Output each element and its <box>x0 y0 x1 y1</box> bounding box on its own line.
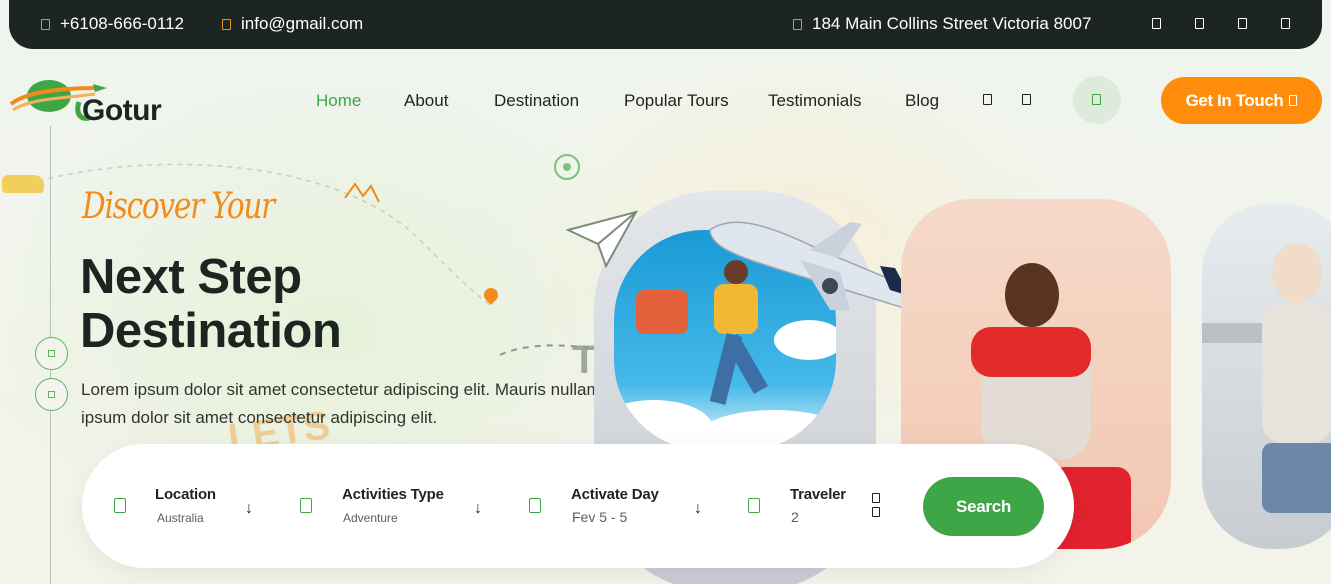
topbar-address: 184 Main Collins Street Victoria 8007 <box>793 14 1091 34</box>
day-dropdown-arrow-icon[interactable]: ↓ <box>694 500 702 518</box>
linkedin-icon[interactable] <box>1238 18 1247 29</box>
activate-day-value[interactable]: Fev 5 - 5 <box>572 509 627 525</box>
location-label: Location <box>155 486 216 503</box>
calendar-icon <box>529 498 541 513</box>
hero-title-line1: Next Step <box>80 250 302 304</box>
suitcase-image <box>636 290 688 334</box>
nav-popular-tours[interactable]: Popular Tours <box>624 91 729 111</box>
topbar-phone[interactable]: +6108-666-0112 <box>41 14 184 34</box>
arrow-right-icon <box>1289 95 1298 106</box>
decrement-icon[interactable] <box>872 507 880 517</box>
activate-day-label: Activate Day <box>571 486 659 503</box>
arrow-up-icon <box>48 350 55 357</box>
topbar-phone-text: +6108-666-0112 <box>60 14 184 33</box>
location-value[interactable]: Australia <box>157 511 204 525</box>
cart-icon[interactable] <box>1022 94 1031 105</box>
traveler-stepper[interactable] <box>872 493 881 519</box>
search-icon[interactable] <box>983 94 992 105</box>
activities-value[interactable]: Adventure <box>343 511 398 525</box>
topbar-email[interactable]: info@gmail.com <box>222 14 363 34</box>
taxi-decoration <box>2 175 44 193</box>
menu-toggle-button[interactable] <box>1073 76 1121 124</box>
target-decoration <box>554 154 580 180</box>
search-button[interactable]: Search <box>923 477 1044 536</box>
topbar-email-text: info@gmail.com <box>241 14 364 33</box>
activities-dropdown-arrow-icon[interactable]: ↓ <box>474 500 482 518</box>
slider-next-button[interactable] <box>35 378 68 411</box>
bird-doodle-icon <box>344 182 380 203</box>
activities-label: Activities Type <box>342 486 444 503</box>
youtube-icon[interactable] <box>1281 18 1290 29</box>
brand-name: Gotur <box>82 94 162 127</box>
phone-icon <box>41 18 50 30</box>
traveler-field-icon <box>748 498 760 513</box>
get-in-touch-label: Get In Touch <box>1185 90 1284 110</box>
location-field-icon <box>114 498 126 513</box>
increment-icon[interactable] <box>872 493 880 503</box>
nav-about[interactable]: About <box>404 91 448 111</box>
nav-testimonials[interactable]: Testimonials <box>768 91 862 111</box>
facebook-icon[interactable] <box>1152 18 1161 29</box>
get-in-touch-button[interactable]: Get In Touch <box>1161 77 1322 124</box>
hero-title: Next Step Destination <box>80 250 342 358</box>
brand-logo[interactable]: Gotur <box>9 74 179 130</box>
topbar-address-text: 184 Main Collins Street Victoria 8007 <box>812 14 1092 33</box>
twitter-icon[interactable] <box>1195 18 1204 29</box>
slider-prev-button[interactable] <box>35 337 68 370</box>
nav-home[interactable]: Home <box>316 91 361 111</box>
airport-family-image <box>1202 203 1331 549</box>
traveler-value[interactable]: 2 <box>791 509 799 525</box>
arrow-down-icon <box>48 391 55 398</box>
mail-icon <box>222 18 231 30</box>
hero-subtitle: Discover Your <box>82 186 275 227</box>
activities-field-icon <box>300 498 312 513</box>
nav-blog[interactable]: Blog <box>905 91 939 111</box>
traveler-label: Traveler <box>790 486 846 503</box>
top-bar: +6108-666-0112 info@gmail.com 184 Main C… <box>9 0 1322 49</box>
hero-title-line2: Destination <box>80 304 342 358</box>
grid-menu-icon <box>1092 94 1101 105</box>
nav-destination[interactable]: Destination <box>494 91 579 111</box>
paper-plane-icon <box>566 210 638 269</box>
location-dropdown-arrow-icon[interactable]: ↓ <box>245 500 253 518</box>
location-icon <box>793 18 802 30</box>
